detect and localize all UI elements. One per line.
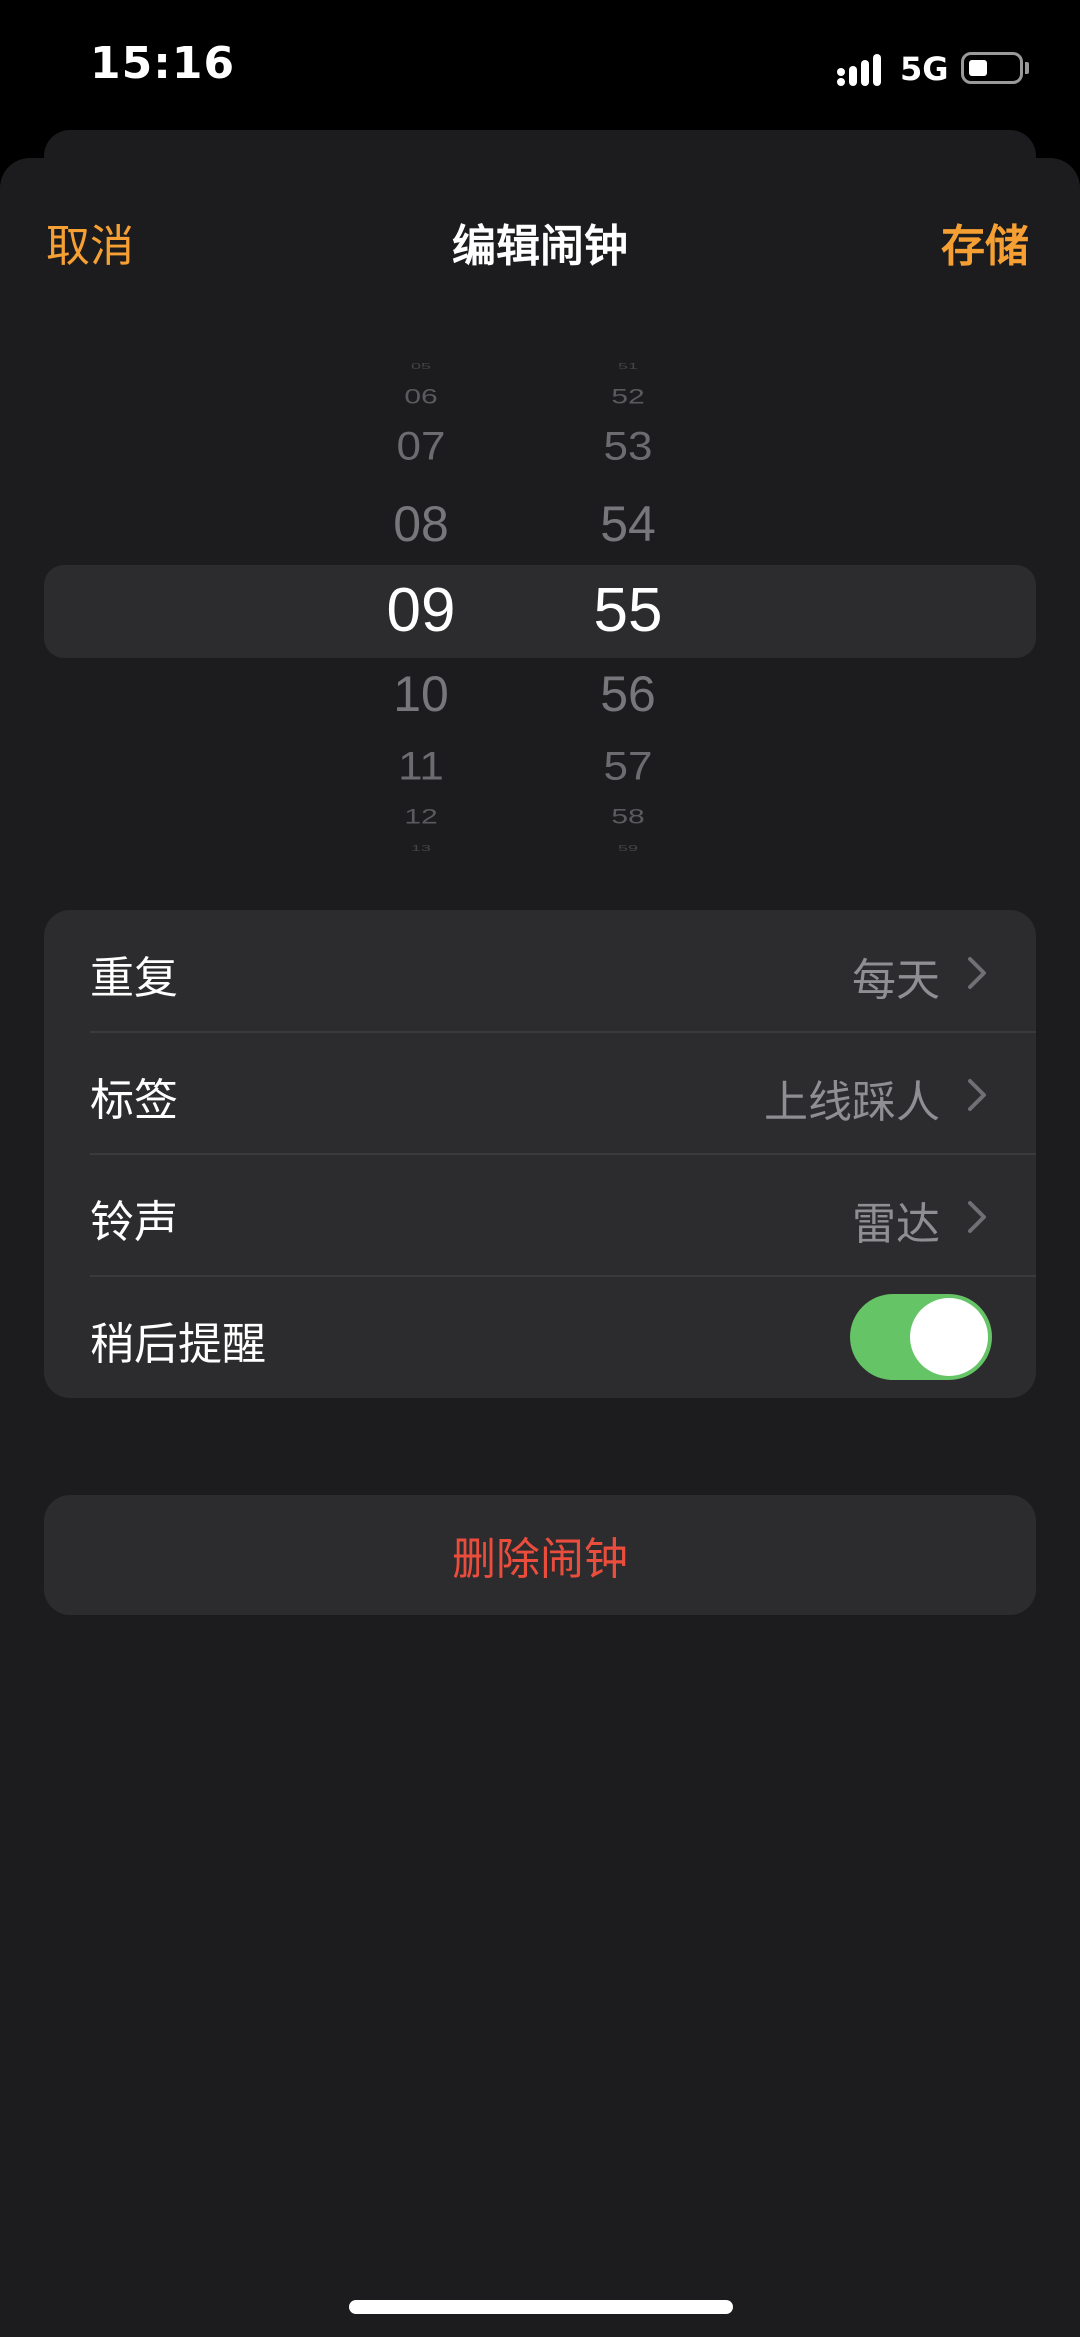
tag-label: 标签 xyxy=(90,1075,178,1126)
minute-picker-wheel[interactable]: 51 52 53 54 55 56 57 58 59 xyxy=(573,360,683,860)
minute-option[interactable]: 54 xyxy=(573,495,683,553)
repeat-label: 重复 xyxy=(90,953,178,1004)
minute-option[interactable]: 55 xyxy=(573,575,683,646)
chevron-right-icon xyxy=(968,1079,986,1111)
alarm-settings-group: 重复 每天 标签 上线踩人 铃声 雷达 稍后提醒 xyxy=(44,910,1036,1398)
hour-picker-wheel[interactable]: 05 06 07 08 09 10 11 12 13 xyxy=(366,360,476,860)
sound-row[interactable]: 铃声 雷达 xyxy=(44,1154,1036,1276)
hour-option[interactable]: 13 xyxy=(366,844,476,853)
tag-row[interactable]: 标签 上线踩人 xyxy=(44,1032,1036,1154)
home-indicator[interactable] xyxy=(349,2300,733,2314)
hour-option[interactable]: 09 xyxy=(366,575,476,646)
signal-icon xyxy=(837,54,881,86)
hour-option[interactable]: 05 xyxy=(366,362,476,371)
toggle-knob xyxy=(910,1298,988,1376)
chevron-right-icon xyxy=(968,1201,986,1233)
sound-label: 铃声 xyxy=(90,1197,178,1248)
hour-option[interactable]: 06 xyxy=(366,385,476,409)
battery-level xyxy=(969,60,987,76)
battery-cap xyxy=(1025,62,1029,74)
minute-option[interactable]: 51 xyxy=(573,362,683,371)
page-title: 编辑闹钟 xyxy=(452,221,628,272)
minute-option[interactable]: 58 xyxy=(573,805,683,829)
save-button[interactable]: 存储 xyxy=(941,210,1029,274)
repeat-row[interactable]: 重复 每天 xyxy=(44,910,1036,1032)
minute-option[interactable]: 53 xyxy=(573,425,683,470)
repeat-value: 每天 xyxy=(852,955,940,1006)
snooze-label: 稍后提醒 xyxy=(90,1319,266,1370)
status-time: 15:16 xyxy=(90,38,236,89)
hour-option[interactable]: 10 xyxy=(366,665,476,723)
picker-selection-highlight xyxy=(44,565,1036,658)
minute-option[interactable]: 52 xyxy=(573,385,683,409)
tag-value: 上线踩人 xyxy=(764,1077,940,1128)
hour-option[interactable]: 07 xyxy=(366,425,476,470)
status-bar: 15:16 5G xyxy=(0,0,1080,130)
hour-option[interactable]: 08 xyxy=(366,495,476,553)
chevron-right-icon xyxy=(968,957,986,989)
battery-icon xyxy=(961,52,1023,84)
snooze-toggle[interactable] xyxy=(850,1294,992,1380)
network-type: 5G xyxy=(900,50,949,88)
minute-option[interactable]: 57 xyxy=(573,745,683,790)
sound-value: 雷达 xyxy=(852,1199,940,1250)
minute-option[interactable]: 56 xyxy=(573,665,683,723)
hour-option[interactable]: 12 xyxy=(366,805,476,829)
minute-option[interactable]: 59 xyxy=(573,844,683,853)
edit-alarm-screen: 15:16 5G 取消 编辑闹钟 存储 05 06 07 08 09 10 11 12 13 5… xyxy=(0,0,1080,2337)
delete-alarm-button[interactable]: 删除闹钟 xyxy=(44,1495,1036,1615)
hour-option[interactable]: 11 xyxy=(366,745,476,790)
